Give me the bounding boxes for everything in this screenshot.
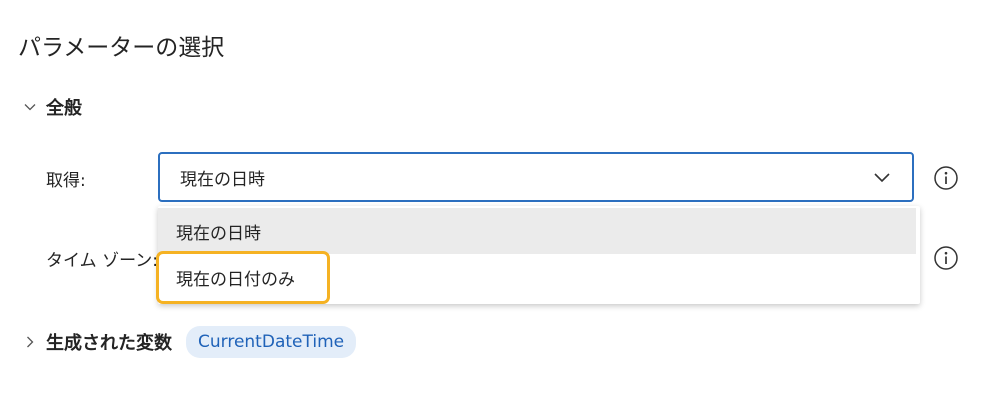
timezone-field-label: タイム ゾーン: [46,251,158,271]
general-section-header[interactable]: 全般 [20,92,82,122]
info-icon[interactable] [933,165,959,191]
variable-chip[interactable]: CurrentDateTime [186,326,357,358]
chevron-down-icon [870,165,894,189]
variables-section-header[interactable]: 生成された変数 CurrentDateTime [20,326,357,358]
dropdown-option-current-datetime[interactable]: 現在の日時 [158,208,916,254]
get-field-label: 取得: [46,171,86,191]
variables-section-label: 生成された変数 [46,333,172,354]
page-title: パラメーターの選択 [18,35,225,61]
general-section-label: 全般 [46,98,82,119]
get-select[interactable]: 現在の日時 [158,152,914,202]
get-select-value: 現在の日時 [180,169,265,190]
get-dropdown-menu: 現在の日時 現在の日付のみ [158,206,920,304]
chevron-down-icon [20,97,40,117]
parameter-selection-panel: パラメーターの選択 全般 取得: 現在の日時 タイム ゾーン: 現在の日時 現在… [0,0,1000,407]
chevron-right-icon [20,332,40,352]
info-icon[interactable] [933,245,959,271]
dropdown-option-current-date-only[interactable]: 現在の日付のみ [158,254,916,300]
